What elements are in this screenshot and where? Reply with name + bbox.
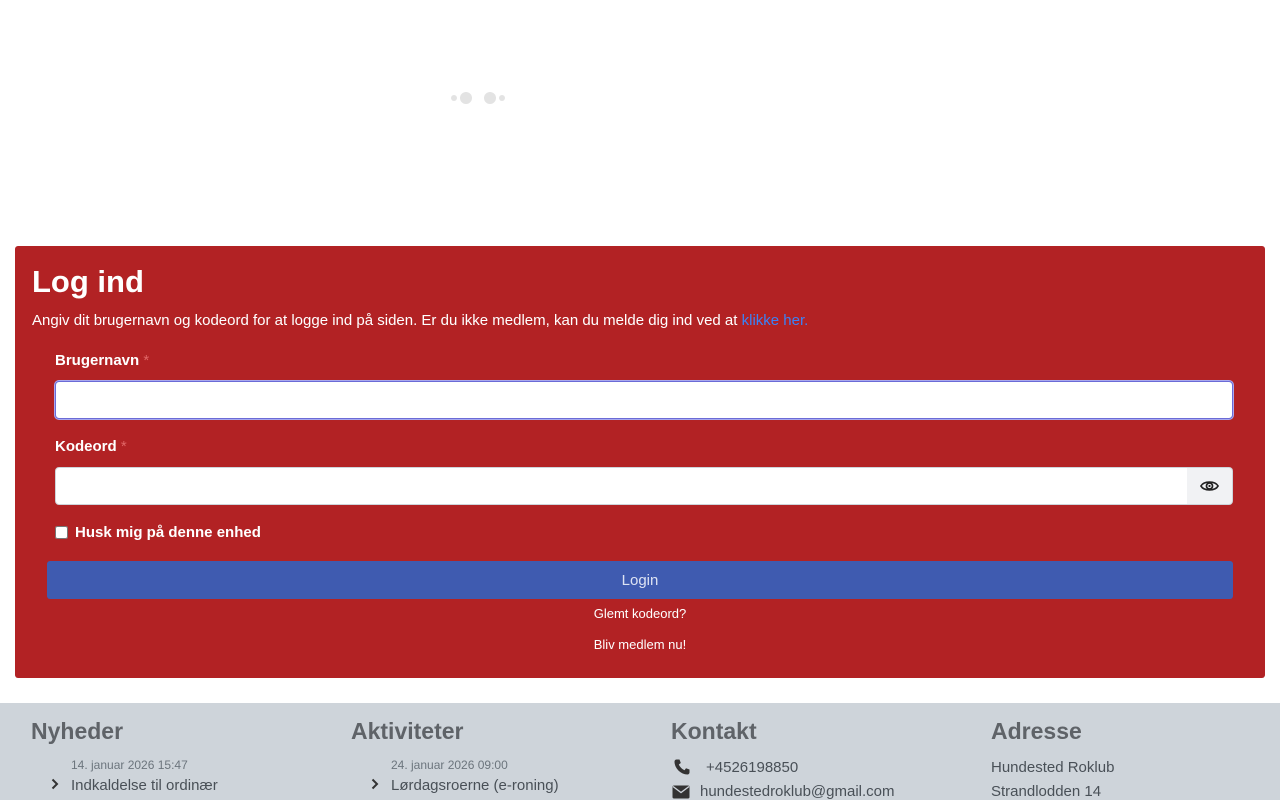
envelope-icon bbox=[672, 785, 690, 798]
news-heading: Nyheder bbox=[31, 718, 124, 744]
phone-icon bbox=[674, 759, 690, 775]
chevron-right-icon bbox=[371, 777, 391, 794]
password-input[interactable] bbox=[55, 467, 1189, 505]
eye-icon bbox=[1200, 481, 1219, 491]
login-title: Log ind bbox=[32, 264, 144, 299]
required-mark: * bbox=[143, 352, 150, 369]
news-item-title[interactable]: Indkaldelse til ordinær bbox=[71, 777, 218, 794]
activities-heading: Aktiviteter bbox=[351, 718, 464, 744]
contact-phone[interactable]: +4526198850 bbox=[671, 758, 798, 776]
news-item[interactable]: Indkaldelse til ordinær bbox=[51, 777, 218, 794]
loading-dots-icon bbox=[450, 91, 510, 105]
username-label-text: Brugernavn bbox=[55, 352, 140, 369]
address-line-1: Hundested Roklub bbox=[991, 759, 1115, 776]
show-password-button[interactable] bbox=[1187, 467, 1233, 505]
password-label: Kodeord * bbox=[55, 438, 127, 455]
remember-me: Husk mig på denne enhed bbox=[55, 524, 261, 541]
username-label: Brugernavn * bbox=[55, 352, 149, 369]
address-heading: Adresse bbox=[991, 718, 1082, 744]
address-line-2: Strandlodden 14 bbox=[991, 783, 1102, 800]
forgot-password-link[interactable]: Glemt kodeord? bbox=[15, 606, 1265, 621]
signup-link[interactable]: klikke her. bbox=[742, 312, 809, 329]
login-intro: Angiv dit brugernavn og kodeord for at l… bbox=[32, 312, 808, 329]
password-label-text: Kodeord bbox=[55, 438, 117, 455]
login-button[interactable]: Login bbox=[47, 561, 1233, 599]
contact-heading: Kontakt bbox=[671, 718, 757, 744]
join-link[interactable]: Bliv medlem nu! bbox=[15, 637, 1265, 652]
remember-checkbox[interactable] bbox=[55, 526, 68, 539]
username-input[interactable] bbox=[55, 381, 1233, 419]
chevron-right-icon bbox=[51, 777, 71, 794]
remember-label[interactable]: Husk mig på denne enhed bbox=[75, 524, 261, 541]
login-intro-text: Angiv dit brugernavn og kodeord for at l… bbox=[32, 312, 738, 329]
contact-email[interactable]: hundestedroklub@gmail.com bbox=[671, 783, 895, 800]
contact-email-text[interactable]: hundestedroklub@gmail.com bbox=[700, 783, 895, 800]
contact-phone-text[interactable]: +4526198850 bbox=[706, 759, 798, 776]
login-panel: Log ind Angiv dit brugernavn og kodeord … bbox=[15, 246, 1265, 678]
activity-date: 24. januar 2026 09:00 bbox=[391, 758, 508, 772]
footer: Nyheder 14. januar 2026 15:47 Indkaldels… bbox=[0, 703, 1280, 800]
required-mark: * bbox=[120, 438, 127, 455]
activity-item-title[interactable]: Lørdagsroerne (e-roning) bbox=[391, 777, 559, 794]
activity-item[interactable]: Lørdagsroerne (e-roning) bbox=[371, 777, 559, 794]
news-date: 14. januar 2026 15:47 bbox=[71, 758, 188, 772]
